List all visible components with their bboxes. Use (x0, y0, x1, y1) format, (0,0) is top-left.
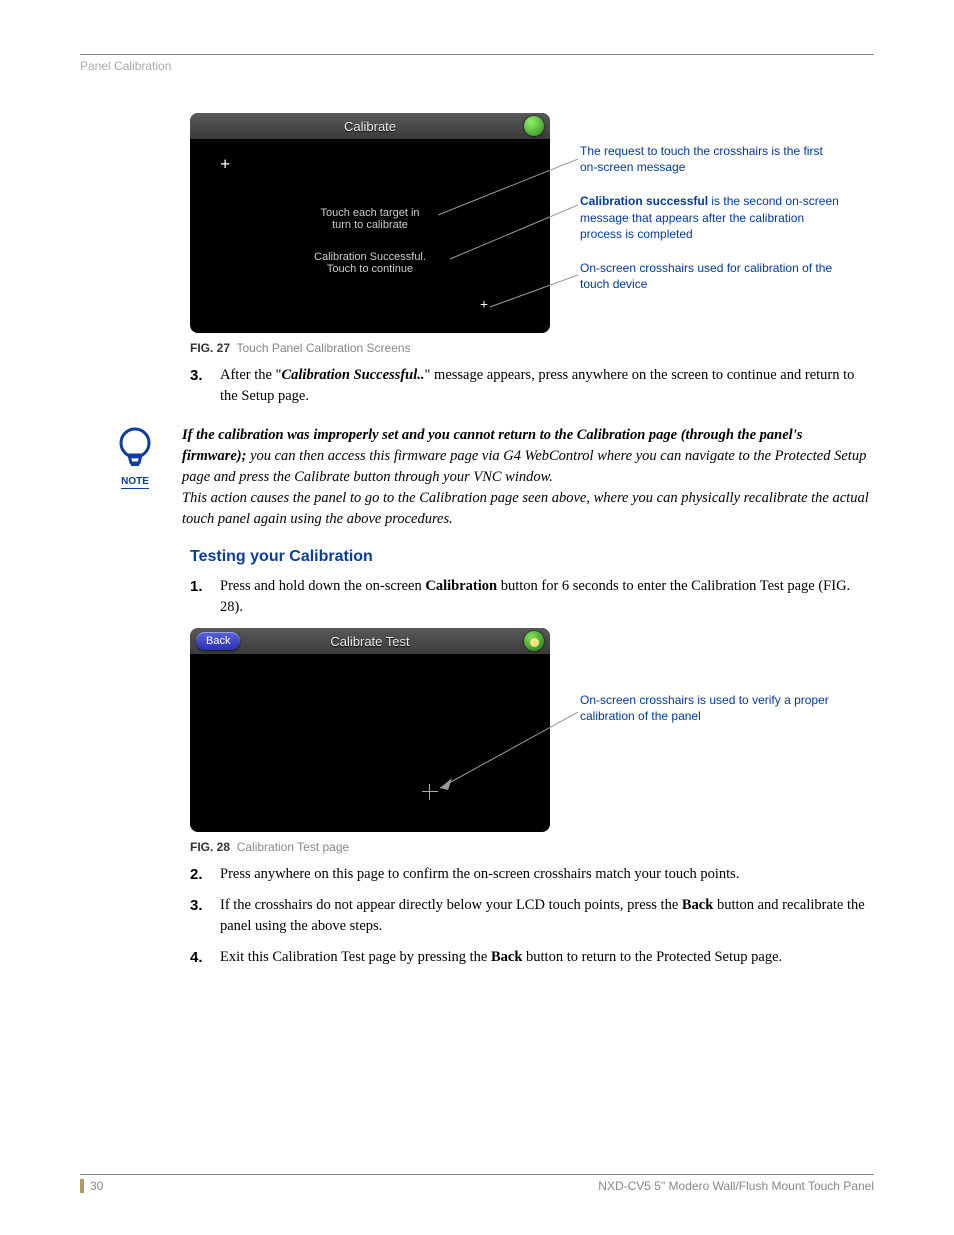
screen-msg-1a: Touch each target in (320, 207, 419, 219)
fig-desc: Touch Panel Calibration Screens (236, 341, 410, 355)
calibrate-screen: Calibrate + Touch each target in turn to… (190, 113, 550, 333)
screen-msg-2b: Touch to continue (327, 263, 413, 275)
fig-label: FIG. 28 (190, 840, 230, 854)
running-header: Panel Calibration (80, 59, 874, 73)
lock-icon (524, 631, 544, 651)
note-p2: This action causes the panel to go to th… (182, 490, 869, 527)
page-number: 30 (80, 1179, 103, 1193)
fig28-callouts: On-screen crosshairs is used to verify a… (580, 692, 840, 742)
step-1: Press and hold down the on-screen Calibr… (190, 576, 870, 618)
steps-testing-cont: Press anywhere on this page to confirm t… (190, 864, 870, 968)
back-button[interactable]: Back (196, 632, 240, 650)
callout-bold: Calibration successful (580, 194, 708, 208)
fig27-callouts: The request to touch the crosshairs is t… (580, 143, 840, 310)
step-bold: Calibration (425, 578, 497, 594)
section-heading: Testing your Calibration (190, 548, 870, 566)
fig-desc: Calibration Test page (237, 840, 350, 854)
figure-28-row: Back Calibrate Test On-screen crosshairs… (190, 628, 870, 832)
callout-text: Calibration successful is the second on-… (580, 193, 840, 242)
step-text: Press and hold down the on-screen (220, 578, 425, 594)
top-rule (80, 54, 874, 55)
note-text: If the calibration was improperly set an… (182, 425, 870, 530)
screen-msg-1b: turn to calibrate (332, 219, 408, 231)
step-4: Exit this Calibration Test page by press… (190, 947, 870, 968)
fig-label: FIG. 27 (190, 341, 230, 355)
crosshair-icon: + (220, 155, 230, 173)
fig27-caption: FIG. 27 Touch Panel Calibration Screens (190, 341, 870, 355)
note-label: NOTE (121, 476, 149, 489)
step-3b: If the crosshairs do not appear directly… (190, 895, 870, 937)
step-text: Exit this Calibration Test page by press… (220, 949, 491, 965)
step-text: After the " (220, 367, 281, 383)
callout-text: On-screen crosshairs is used to verify a… (580, 692, 840, 724)
doc-title: NXD-CV5 5" Modero Wall/Flush Mount Touch… (598, 1179, 874, 1193)
callout-text: On-screen crosshairs used for calibratio… (580, 260, 840, 292)
note-icon: NOTE (110, 425, 160, 489)
calibrate-test-title: Calibrate Test (330, 634, 409, 649)
screen-msg-1: Touch each target in turn to calibrate (270, 207, 470, 231)
screen-msg-2a: Calibration Successful. (314, 251, 426, 263)
steps-testing: Press and hold down the on-screen Calibr… (190, 576, 870, 618)
step-bold: Calibration Successful.. (281, 367, 424, 383)
calibrate-title: Calibrate (344, 119, 396, 134)
figure-27-row: Calibrate + Touch each target in turn to… (190, 113, 870, 333)
calibrate-titlebar: Calibrate (190, 113, 550, 139)
crosshair-icon: + (480, 299, 488, 313)
step-bold: Back (491, 949, 522, 965)
footer: 30 NXD-CV5 5" Modero Wall/Flush Mount To… (80, 1174, 874, 1193)
steps-continued: After the "Calibration Successful.." mes… (190, 365, 870, 407)
note-rest: you can then access this firmware page v… (182, 448, 866, 485)
step-text: If the crosshairs do not appear directly… (220, 897, 682, 913)
status-icon (524, 116, 544, 136)
calibrate-test-titlebar: Back Calibrate Test (190, 628, 550, 654)
step-text: button to return to the Protected Setup … (522, 949, 782, 965)
crosshair-icon (422, 784, 438, 800)
note-block: NOTE If the calibration was improperly s… (110, 425, 870, 530)
step-2: Press anywhere on this page to confirm t… (190, 864, 870, 885)
calibrate-test-screen: Back Calibrate Test (190, 628, 550, 832)
step-3: After the "Calibration Successful.." mes… (190, 365, 870, 407)
step-bold: Back (682, 897, 713, 913)
screen-msg-2: Calibration Successful. Touch to continu… (270, 251, 470, 275)
callout-text: The request to touch the crosshairs is t… (580, 143, 840, 175)
fig28-caption: FIG. 28 Calibration Test page (190, 840, 870, 854)
